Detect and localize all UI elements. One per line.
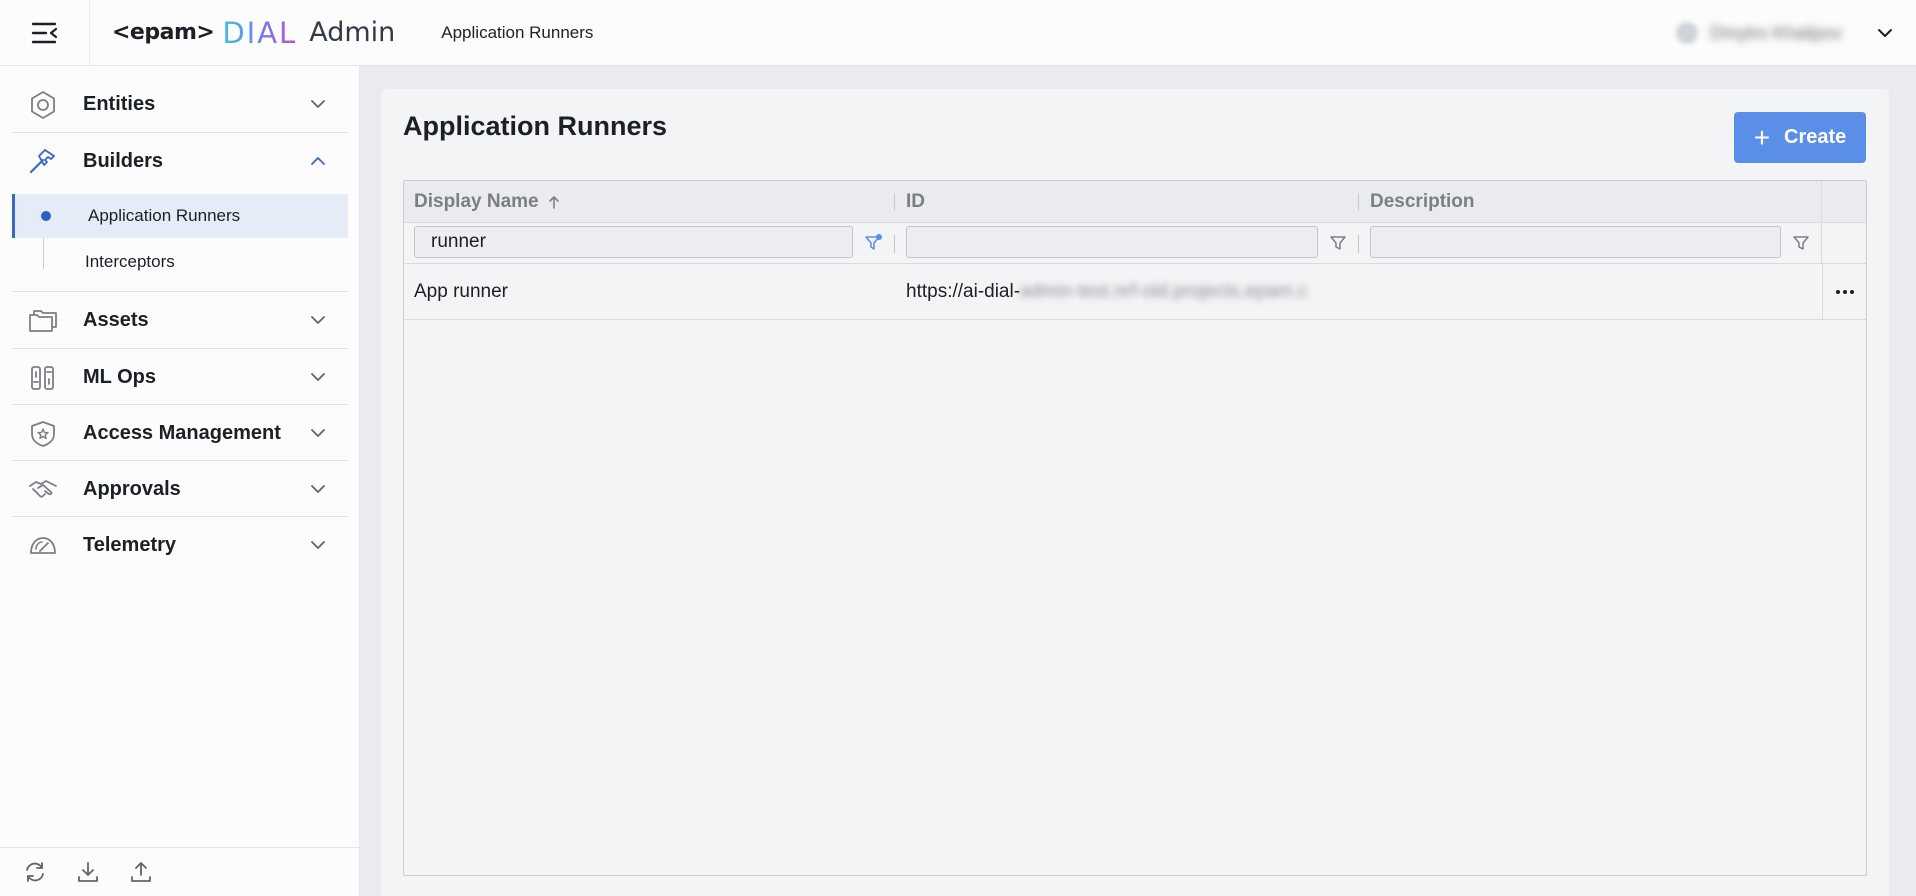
sidebar-section-label: ML Ops bbox=[83, 365, 156, 388]
column-header-label: ID bbox=[906, 191, 925, 212]
logo-dial-text: DIAL bbox=[222, 15, 298, 50]
content-card: Application Runners + Create Display Nam… bbox=[381, 89, 1889, 896]
sidebar-section-label: Approvals bbox=[83, 477, 181, 500]
actions-column-border bbox=[1821, 181, 1822, 264]
filter-icon[interactable] bbox=[1329, 234, 1347, 252]
id-filter-input[interactable] bbox=[906, 226, 1318, 258]
shield-star-icon bbox=[31, 421, 55, 447]
sidebar-footer bbox=[0, 847, 360, 896]
sidebar-section-label: Access Management bbox=[83, 421, 281, 444]
table-row[interactable]: App runner https://ai-dial-admin-test.nr… bbox=[404, 264, 1866, 320]
sidebar-section-label: Assets bbox=[83, 308, 149, 331]
chevron-down-icon bbox=[311, 100, 325, 108]
more-horizontal-icon bbox=[1835, 290, 1854, 294]
cell-id-visible: https://ai-dial- bbox=[906, 281, 1021, 302]
refresh-icon[interactable] bbox=[23, 860, 47, 884]
column-header-label: Description bbox=[1370, 191, 1475, 212]
chevron-up-icon bbox=[311, 157, 325, 165]
column-separator bbox=[894, 235, 895, 253]
cell-id: https://ai-dial-admin-test.nrf-old.proje… bbox=[906, 264, 1356, 320]
sidebar-section-label: Builders bbox=[83, 149, 164, 172]
sidebar-section-access-management[interactable]: Access Management bbox=[12, 405, 348, 461]
user-menu[interactable]: Dmytro Khalipov bbox=[1675, 0, 1894, 66]
column-header-display-name[interactable]: Display Name bbox=[414, 181, 561, 223]
chevron-down-icon[interactable] bbox=[1876, 24, 1894, 42]
sidebar-section-ml-ops[interactable]: ML Ops bbox=[12, 349, 348, 405]
cell-display-name: App runner bbox=[414, 281, 509, 302]
folders-icon bbox=[29, 310, 57, 332]
upload-icon[interactable] bbox=[129, 860, 153, 884]
display-name-filter-input[interactable] bbox=[414, 226, 853, 258]
user-name: Dmytro Khalipov bbox=[1709, 22, 1842, 43]
plus-icon: + bbox=[1753, 121, 1771, 153]
table-header: Display Name ID Description bbox=[404, 181, 1866, 223]
runners-table: Display Name ID Description runner App r… bbox=[403, 180, 1867, 876]
app-header: <epam> DIAL Admin Application Runners Dm… bbox=[0, 0, 1916, 66]
sidebar-section-entities[interactable]: Entities bbox=[12, 76, 348, 132]
column-header-label: Display Name bbox=[414, 191, 539, 212]
ml-ops-icon bbox=[31, 366, 54, 390]
hammer-icon bbox=[29, 149, 55, 174]
avatar bbox=[1675, 22, 1698, 44]
cell-description bbox=[1370, 264, 1820, 320]
sidebar-section-builders[interactable]: Builders bbox=[12, 133, 348, 189]
header-breadcrumb: Application Runners bbox=[441, 22, 594, 42]
filter-icon[interactable] bbox=[1792, 234, 1810, 252]
app-logo[interactable]: <epam> DIAL Admin bbox=[112, 0, 395, 66]
sidebar-section-assets[interactable]: Assets bbox=[12, 292, 348, 348]
chevron-down-icon bbox=[311, 373, 325, 381]
sidebar-section-telemetry[interactable]: Telemetry bbox=[12, 517, 348, 573]
filter-active-icon[interactable] bbox=[864, 234, 882, 252]
menu-toggle-button[interactable] bbox=[0, 0, 90, 66]
sort-ascending-icon bbox=[548, 196, 559, 209]
sidebar-item-interceptors[interactable]: Interceptors bbox=[12, 240, 348, 284]
create-button[interactable]: + Create bbox=[1734, 112, 1866, 163]
page-title: Application Runners bbox=[403, 111, 668, 141]
column-header-description[interactable]: Description bbox=[1370, 181, 1475, 223]
gauge-icon bbox=[30, 537, 56, 554]
download-icon[interactable] bbox=[76, 860, 100, 884]
column-header-id[interactable]: ID bbox=[906, 181, 925, 223]
description-filter-input[interactable] bbox=[1370, 226, 1781, 258]
sidebar-item-application-runners[interactable]: Application Runners bbox=[12, 194, 348, 238]
column-resize-handle[interactable] bbox=[1358, 193, 1359, 211]
logo-admin-text: Admin bbox=[309, 17, 396, 48]
active-indicator-dot bbox=[41, 211, 51, 221]
filter-row bbox=[404, 223, 1866, 264]
hexagon-icon bbox=[31, 91, 55, 119]
menu-collapse-icon bbox=[31, 22, 57, 43]
sidebar-section-label: Telemetry bbox=[83, 533, 177, 556]
sidebar-section-approvals[interactable]: Approvals bbox=[12, 461, 348, 517]
chevron-down-icon bbox=[311, 316, 325, 324]
create-button-label: Create bbox=[1784, 126, 1847, 148]
column-resize-handle[interactable] bbox=[894, 193, 895, 211]
sidebar-section-label: Entities bbox=[83, 92, 156, 115]
handshake-icon bbox=[29, 480, 57, 498]
main-area: Application Runners + Create Display Nam… bbox=[360, 66, 1916, 896]
cell-id-redacted: admin-test.nrf-old.projects.epam.c bbox=[1020, 281, 1308, 302]
chevron-down-icon bbox=[311, 429, 325, 437]
chevron-down-icon bbox=[311, 541, 325, 549]
sidebar: Entities Builders Application Runners In… bbox=[0, 66, 360, 896]
row-actions-button[interactable] bbox=[1822, 264, 1866, 320]
logo-epam-text: <epam> bbox=[112, 20, 215, 45]
column-separator bbox=[1358, 235, 1359, 253]
chevron-down-icon bbox=[311, 485, 325, 493]
sidebar-item-label: Application Runners bbox=[88, 206, 241, 225]
sidebar-item-label: Interceptors bbox=[85, 252, 175, 271]
